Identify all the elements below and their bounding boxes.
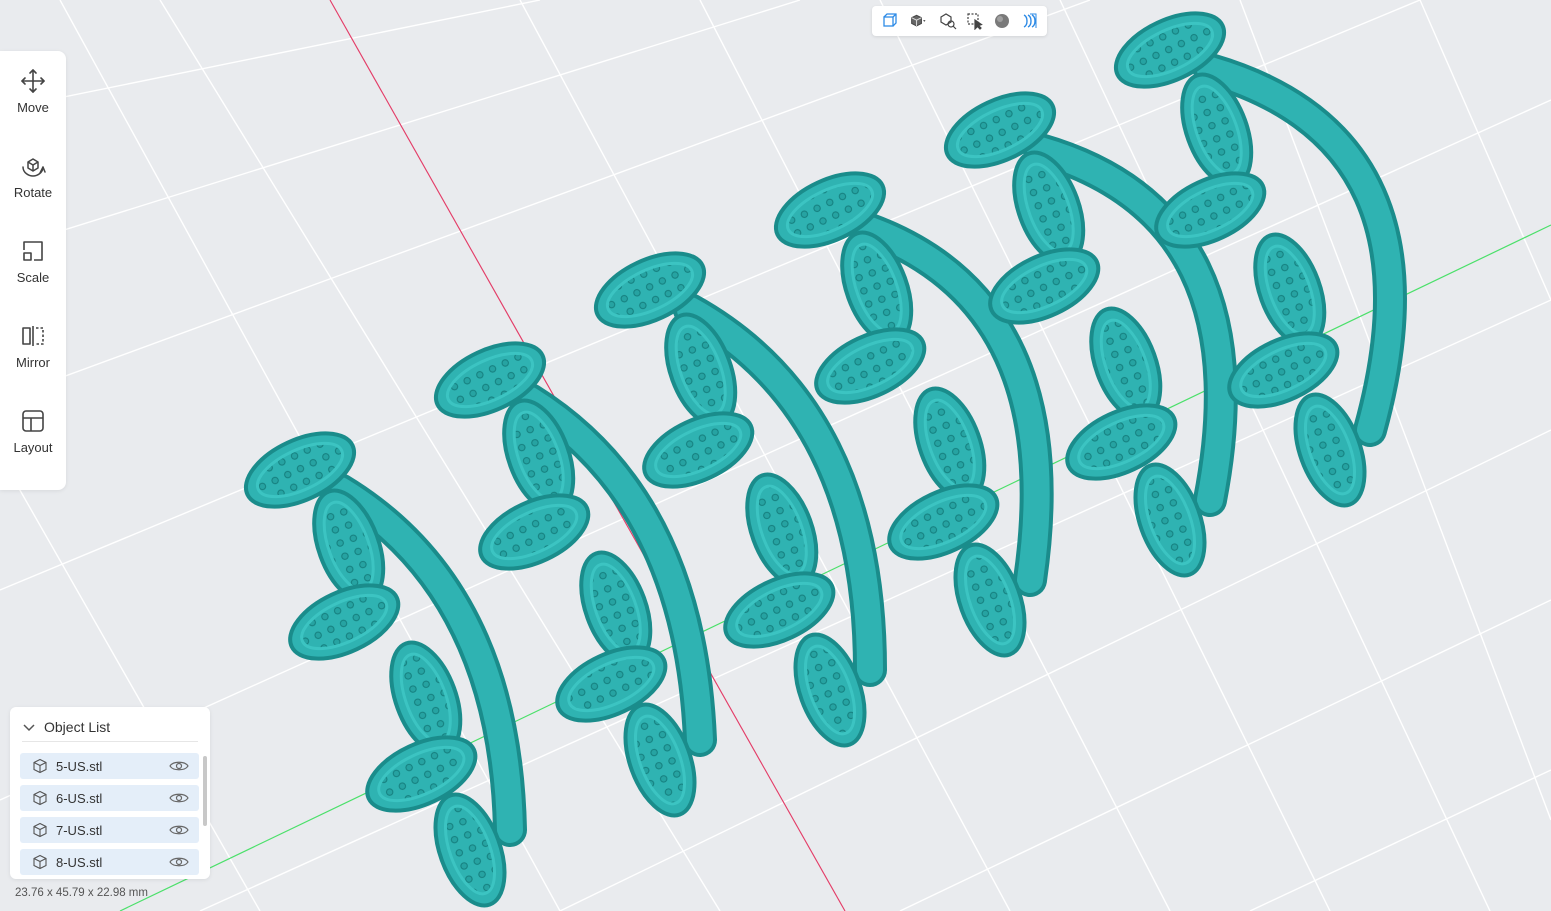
chevron-down-icon bbox=[23, 724, 35, 732]
object-list-panel: Object List 5-US.stl 6-US.stl 7-US.stl 8… bbox=[10, 707, 210, 879]
3d-viewport[interactable] bbox=[0, 0, 1551, 911]
layout-label: Layout bbox=[13, 440, 53, 455]
move-button[interactable]: Move bbox=[0, 55, 66, 127]
view-cube-dropdown-icon[interactable] bbox=[907, 11, 930, 31]
mirror-icon bbox=[22, 326, 44, 346]
view-zoom-icon[interactable] bbox=[938, 11, 957, 31]
scale-icon bbox=[23, 241, 43, 261]
rotate-icon bbox=[22, 158, 46, 177]
rotate-label: Rotate bbox=[13, 185, 53, 200]
object-list-item[interactable]: 7-US.stl bbox=[20, 817, 199, 843]
layout-button[interactable]: Layout bbox=[0, 395, 66, 467]
eye-icon[interactable] bbox=[169, 759, 189, 773]
view-toolbar bbox=[872, 6, 1047, 36]
cube-icon bbox=[33, 758, 47, 774]
perspective-view-icon[interactable] bbox=[880, 11, 899, 31]
layer-view-icon[interactable] bbox=[1020, 11, 1039, 31]
cube-icon bbox=[33, 790, 47, 806]
object-name: 6-US.stl bbox=[56, 790, 103, 806]
divider bbox=[22, 741, 198, 742]
eye-icon[interactable] bbox=[169, 823, 189, 837]
object-list-title: Object List bbox=[44, 719, 111, 735]
cube-icon bbox=[33, 822, 47, 838]
model-dimensions: 23.76 x 45.79 x 22.98 mm bbox=[15, 887, 148, 899]
object-list-item[interactable]: 8-US.stl bbox=[20, 849, 199, 875]
object-list-item[interactable]: 5-US.stl bbox=[20, 753, 199, 779]
object-list-item[interactable]: 6-US.stl bbox=[20, 785, 199, 811]
eye-icon[interactable] bbox=[169, 855, 189, 869]
ring-model[interactable] bbox=[235, 418, 527, 911]
scale-button[interactable]: Scale bbox=[0, 225, 66, 297]
rotate-button[interactable]: Rotate bbox=[0, 140, 66, 212]
move-label: Move bbox=[17, 100, 49, 115]
object-name: 5-US.stl bbox=[56, 758, 103, 774]
object-list-scrollbar[interactable] bbox=[203, 756, 207, 826]
transform-toolbar: Move Rotate Scale Mirror Layout bbox=[0, 51, 66, 490]
eye-icon[interactable] bbox=[169, 791, 189, 805]
scale-label: Scale bbox=[16, 270, 50, 285]
cube-icon bbox=[33, 854, 47, 870]
object-name: 8-US.stl bbox=[56, 854, 103, 870]
mirror-button[interactable]: Mirror bbox=[0, 310, 66, 382]
layout-icon bbox=[22, 410, 44, 432]
object-name: 7-US.stl bbox=[56, 822, 103, 838]
mirror-label: Mirror bbox=[16, 355, 50, 370]
shading-sphere-icon[interactable] bbox=[993, 11, 1012, 31]
select-model-icon[interactable] bbox=[965, 11, 984, 31]
move-icon bbox=[21, 69, 45, 93]
